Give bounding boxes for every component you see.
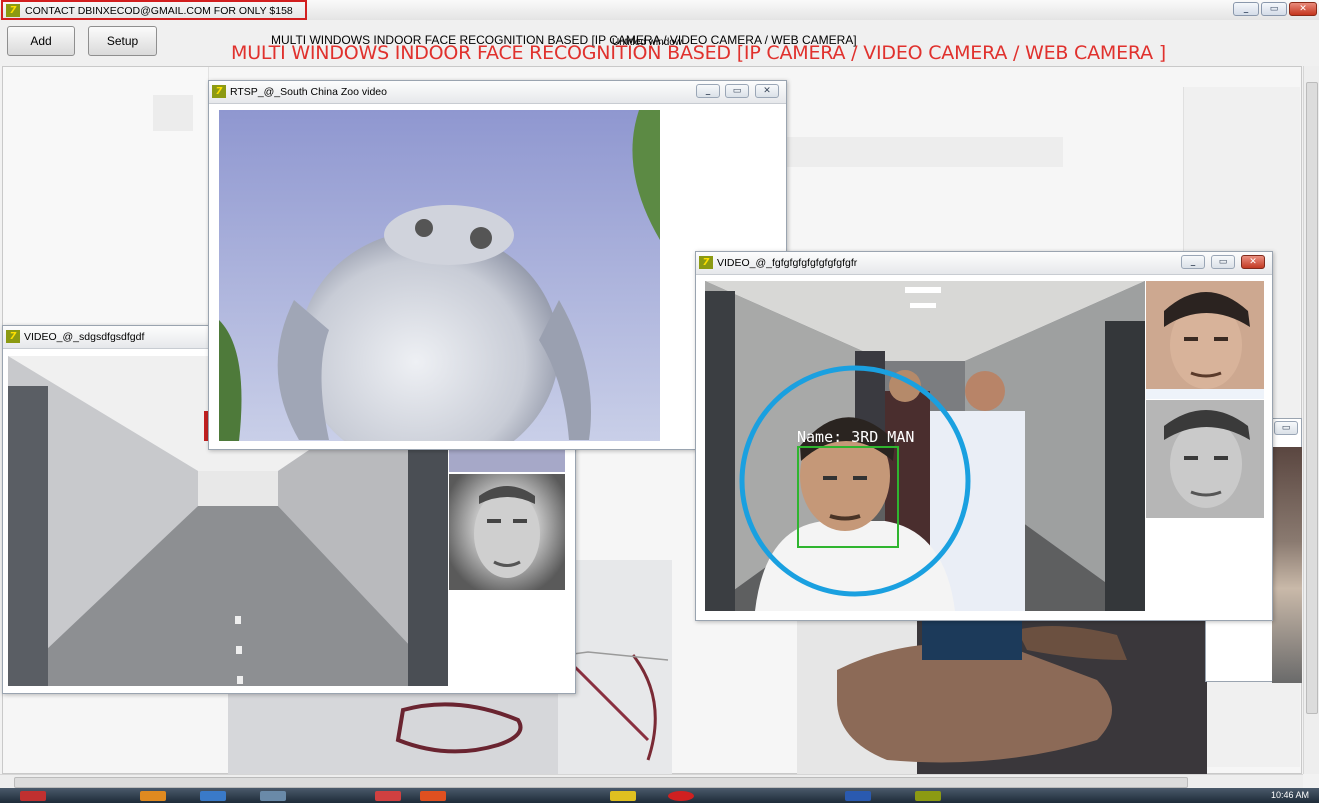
minimize-icon[interactable]: _ — [1233, 2, 1259, 16]
app-logo-icon: 7 — [212, 85, 226, 98]
window-controls: _ ▭ ✕ — [1233, 2, 1317, 16]
taskbar-app-icon[interactable] — [668, 791, 694, 801]
taskbar-app-icon[interactable] — [200, 791, 226, 801]
zoo-video — [219, 110, 660, 441]
minimize-icon[interactable]: _ — [696, 84, 720, 98]
restore-icon[interactable]: ▭ — [1274, 421, 1298, 435]
video-left-title: VIDEO_@_sdgsdfgsdfgdf — [24, 331, 145, 343]
close-icon[interactable]: ✕ — [1289, 2, 1317, 16]
taskbar: 10:46 AM — [0, 788, 1319, 803]
maximize-icon[interactable]: ▭ — [1261, 2, 1287, 16]
face-thumbnail-left-top — [449, 450, 565, 472]
setup-button[interactable]: Setup — [88, 26, 157, 56]
main-titlebar: 7 CONTACT DBINXECOD@GMAIL.COM FOR ONLY $… — [0, 0, 1319, 21]
red-banner-title: MULTI WINDOWS INDOOR FACE RECOGNITION BA… — [231, 42, 1167, 64]
minimize-icon[interactable]: _ — [1181, 255, 1205, 269]
close-icon[interactable]: ✕ — [1241, 255, 1265, 269]
detection-label: Name: 3RD MAN — [797, 428, 914, 446]
camera-window-hand — [797, 600, 1207, 774]
maximize-icon[interactable]: ▭ — [1211, 255, 1235, 269]
close-icon[interactable]: ✕ — [755, 84, 779, 98]
vertical-scroll-thumb[interactable] — [1306, 82, 1318, 714]
vertical-scrollbar[interactable] — [1303, 66, 1319, 774]
video-right-titlebar: 7 VIDEO_@_fgfgfgfgfgfgfgfgfgfr _ ▭ ✕ — [696, 252, 1272, 275]
app-logo-icon: 7 — [699, 256, 713, 269]
horizontal-scrollbar[interactable] — [0, 774, 1303, 789]
face-thumbnail-left — [449, 474, 565, 590]
side-face-thumbnail — [1272, 447, 1302, 683]
app-logo-icon: 7 — [6, 330, 20, 343]
taskbar-app-icon[interactable] — [420, 791, 446, 801]
maximize-icon[interactable]: ▭ — [725, 84, 749, 98]
taskbar-app-icon[interactable] — [610, 791, 636, 801]
taskbar-app-icon[interactable] — [915, 791, 941, 801]
taskbar-app-icon[interactable] — [845, 791, 871, 801]
background-thumb — [153, 95, 193, 131]
video-right-title: VIDEO_@_fgfgfgfgfgfgfgfgfgfr — [717, 257, 858, 269]
add-button[interactable]: Add — [7, 26, 75, 56]
hand-video — [797, 600, 1207, 774]
hallway-video: Name: 3RD MAN — [705, 281, 1145, 611]
title-highlight-box: 7 CONTACT DBINXECOD@GMAIL.COM FOR ONLY $… — [1, 0, 307, 20]
window-title: CONTACT DBINXECOD@GMAIL.COM FOR ONLY $15… — [25, 5, 293, 17]
face-thumbnail-right-color — [1146, 281, 1264, 399]
app-logo-icon: 7 — [6, 4, 20, 17]
face-thumbnail-right-gray — [1146, 400, 1264, 518]
background-strip — [763, 137, 1063, 167]
rtsp-title: RTSP_@_South China Zoo video — [230, 86, 387, 98]
taskbar-app-icon[interactable] — [375, 791, 401, 801]
taskbar-app-icon[interactable] — [140, 791, 166, 801]
rtsp-titlebar: 7 RTSP_@_South China Zoo video _ ▭ ✕ — [209, 81, 786, 104]
taskbar-app-icon[interactable] — [260, 791, 286, 801]
horizontal-scroll-thumb[interactable] — [14, 777, 1188, 788]
start-icon[interactable] — [20, 791, 46, 801]
taskbar-clock: 10:46 AM — [1270, 790, 1309, 800]
video-window-right: 7 VIDEO_@_fgfgfgfgfgfgfgfgfgfr _ ▭ ✕ Nam… — [695, 251, 1273, 621]
